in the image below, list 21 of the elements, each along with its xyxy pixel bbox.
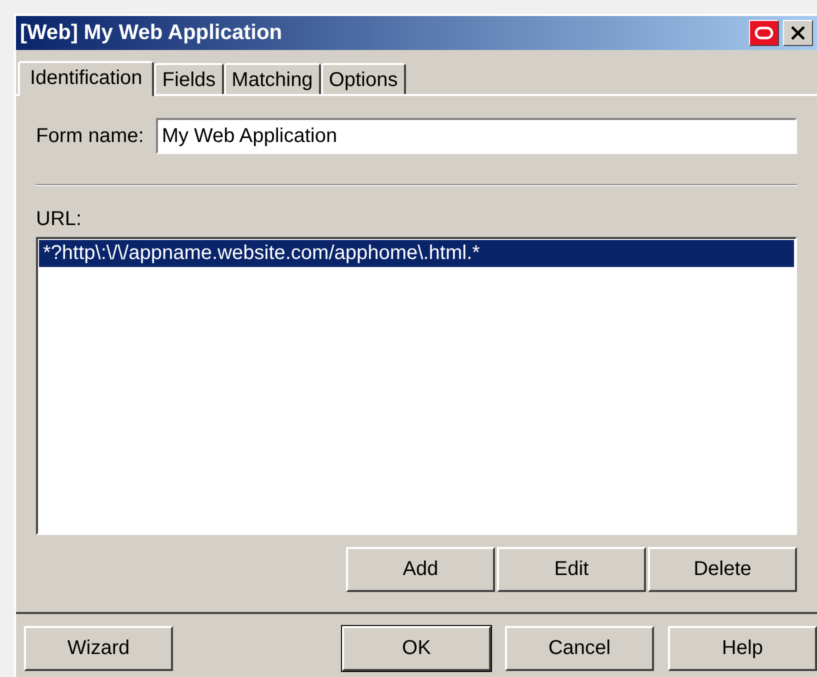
window-title: [Web] My Web Application [20,21,284,45]
ring-icon [754,26,774,40]
list-button[interactable]: Delete [648,547,797,592]
close-button[interactable] [783,20,813,46]
url-item[interactable]: *?http\:\/\/appname.website.com/apphome\.html.* [39,240,794,267]
url-label: URL: [36,208,82,231]
wizard-button[interactable]: Wizard [24,626,173,671]
title-bar-button[interactable] [749,20,779,46]
tab[interactable]: Options [320,63,406,94]
dialog-button[interactable]: Help [668,626,817,671]
tab[interactable]: Identification [18,61,154,96]
list-button[interactable]: Add [346,547,495,592]
close-icon [790,26,806,40]
dialog-button[interactable]: OK [342,626,491,671]
form-name-field[interactable]: My Web Application [156,118,797,154]
list-button[interactable]: Edit [497,547,646,592]
dialog-button[interactable]: Cancel [505,626,654,671]
url-list[interactable]: *?http\:\/\/appname.website.com/apphome\.html.* [36,237,797,535]
tab[interactable]: Matching [224,63,321,94]
form-name-label: Form name: [36,124,144,148]
tab[interactable]: Fields [154,63,224,94]
